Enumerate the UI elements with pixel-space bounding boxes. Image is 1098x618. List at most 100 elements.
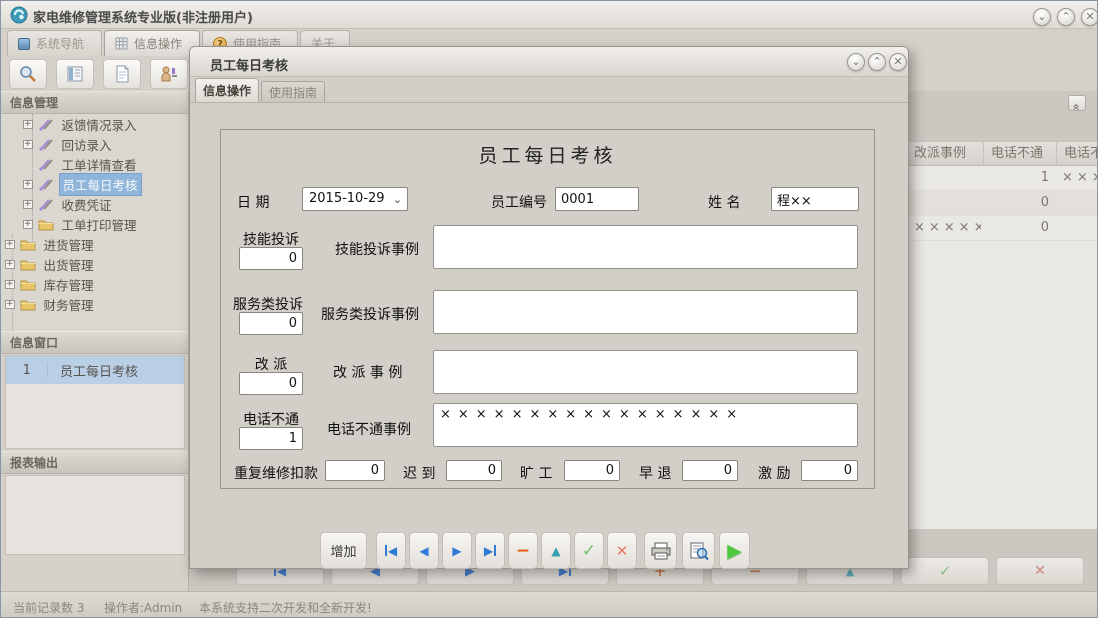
skill-case-field[interactable] xyxy=(433,225,858,269)
next-record-button[interactable]: ▶ xyxy=(442,532,472,569)
tree-item-fee-voucher[interactable]: + 收费凭证 xyxy=(1,194,188,214)
folder-icon xyxy=(20,257,37,272)
reassign-field[interactable] xyxy=(239,372,303,395)
tab-system-nav[interactable]: 系统导航 xyxy=(7,30,102,56)
tab-label: 信息操作 xyxy=(134,35,182,52)
tree-item-finance-mgmt[interactable]: + 财务管理 xyxy=(1,294,188,314)
tree-expander-icon[interactable]: + xyxy=(23,220,33,229)
prev-record-button[interactable]: ◀ xyxy=(409,532,439,569)
date-label: 日 期 xyxy=(237,192,269,212)
date-select[interactable]: 2015-10-29 ⌄ xyxy=(302,187,408,211)
minimize-icon[interactable]: ⌄ xyxy=(1033,8,1051,26)
column-header-phone-unreachable[interactable]: 电话不通 xyxy=(983,142,1056,166)
delete-record-button[interactable]: − xyxy=(508,532,538,569)
edit-record-button[interactable]: ▲ xyxy=(541,532,571,569)
dialog-tab-info-operate[interactable]: 信息操作 xyxy=(195,78,259,102)
late-label: 迟 到 xyxy=(403,463,435,483)
first-record-button[interactable]: ◀ xyxy=(376,532,406,569)
close-icon[interactable]: ✕ xyxy=(1081,8,1098,26)
section-header-report-output[interactable]: 报表输出 xyxy=(1,451,188,474)
grid-cell xyxy=(1056,216,1098,241)
date-value: 2015-10-29 xyxy=(309,191,385,206)
repeat-repair-deduct-field[interactable] xyxy=(325,460,385,481)
tree-expander-icon[interactable]: + xyxy=(5,260,15,269)
add-button[interactable]: 增加 xyxy=(320,532,367,569)
app-logo-icon xyxy=(10,6,28,24)
tree-item-purchase-mgmt[interactable]: + 进货管理 xyxy=(1,234,188,254)
dialog-maximize-icon[interactable]: ⌃ xyxy=(868,53,886,71)
collapse-panel-button[interactable]: « xyxy=(1068,95,1086,111)
tree-item-daily-assess[interactable]: + 员工每日考核 xyxy=(1,174,188,194)
user-report-button[interactable] xyxy=(150,59,188,89)
dialog-tab-user-guide[interactable]: 使用指南 xyxy=(261,81,325,102)
tree-expander-icon[interactable]: + xyxy=(23,140,33,149)
phone-unreachable-field[interactable] xyxy=(239,427,303,450)
phone-case-label: 电话不通事例 xyxy=(327,419,411,439)
confirm-button[interactable]: ✓ xyxy=(574,532,604,569)
search-tool-button[interactable] xyxy=(9,59,47,89)
tree-expander-icon[interactable]: + xyxy=(23,200,33,209)
column-header-reassign-case[interactable]: 改派事例 xyxy=(906,142,983,166)
tree-item-stock-mgmt[interactable]: + 库存管理 xyxy=(1,274,188,294)
name-field[interactable] xyxy=(771,187,859,211)
window-title: 家电维修管理系统专业版(非注册用户) xyxy=(33,7,253,26)
early-leave-field[interactable] xyxy=(682,460,738,481)
tree-expander-icon[interactable]: + xyxy=(23,180,33,189)
dialog-minimize-icon[interactable]: ⌄ xyxy=(847,53,865,71)
printer-icon xyxy=(650,541,672,561)
grid-cell: 0 xyxy=(983,191,1049,216)
tree-item-label: 工单打印管理 xyxy=(59,214,140,235)
prev-record-icon: ◀ xyxy=(419,544,428,558)
tree-expander-icon[interactable]: + xyxy=(5,280,15,289)
record-count-text: 当前记录数 3 xyxy=(13,599,84,616)
absenteeism-field[interactable] xyxy=(564,460,620,481)
tools-icon xyxy=(38,117,55,132)
nav-square-icon xyxy=(18,38,30,50)
tree-item-label: 出货管理 xyxy=(41,254,97,275)
phone-case-field[interactable] xyxy=(433,403,858,447)
tree-expander-icon[interactable]: + xyxy=(5,300,15,309)
section-header-info-mgmt[interactable]: 信息管理 xyxy=(1,91,188,114)
reassign-case-field[interactable] xyxy=(433,350,858,394)
service-case-field[interactable] xyxy=(433,290,858,334)
column-header-phone-case[interactable]: 电话不通事例 xyxy=(1056,142,1098,166)
tree-item-workorder-detail[interactable]: + 工单详情查看 xyxy=(1,154,188,174)
dialog-close-icon[interactable]: ✕ xyxy=(889,53,907,71)
form-view-button[interactable] xyxy=(56,59,94,89)
cancel-button[interactable]: ✕ xyxy=(607,532,637,569)
app-window: 家电维修管理系统专业版(非注册用户) ⌄ ⌃ ✕ 系统导航 信息操作 ? 使用指… xyxy=(0,0,1098,618)
maximize-icon[interactable]: ⌃ xyxy=(1057,8,1075,26)
tree-item-label: 收费凭证 xyxy=(59,194,115,215)
operator-text: 操作者:Admin xyxy=(104,599,182,616)
dialog-titlebar[interactable]: 员工每日考核 ⌄ ⌃ ✕ xyxy=(190,47,908,77)
tree-item-print-mgmt[interactable]: + 工单打印管理 xyxy=(1,214,188,234)
print-preview-button[interactable] xyxy=(682,532,715,569)
grid-cell: 1 xyxy=(983,166,1049,191)
bg-cancel-button[interactable]: ✕ xyxy=(996,557,1084,585)
service-complaint-field[interactable] xyxy=(239,312,303,335)
last-record-icon: ▶ xyxy=(484,544,493,558)
run-button[interactable]: ▶ xyxy=(719,532,750,569)
print-button[interactable] xyxy=(644,532,677,569)
tree-expander-icon[interactable]: + xyxy=(5,240,15,249)
last-record-button[interactable]: ▶ xyxy=(475,532,505,569)
skill-complaint-field[interactable] xyxy=(239,247,303,270)
late-field[interactable] xyxy=(446,460,502,481)
bg-confirm-button[interactable]: ✓ xyxy=(901,557,989,585)
tree-expander-icon[interactable]: + xyxy=(23,120,33,129)
tree-item-callback-entry[interactable]: + 回访录入 xyxy=(1,134,188,154)
tree-item-feedback-entry[interactable]: + 返馈情况录入 xyxy=(1,114,188,134)
tab-info-operate[interactable]: 信息操作 xyxy=(104,30,200,56)
emp-no-field[interactable] xyxy=(555,187,639,211)
reassign-label: 改 派 xyxy=(239,354,303,374)
tree-item-label: 返馈情况录入 xyxy=(59,114,140,135)
document-button[interactable] xyxy=(103,59,141,89)
tree-item-ship-mgmt[interactable]: + 出货管理 xyxy=(1,254,188,274)
grid-cell xyxy=(1056,191,1098,216)
incentive-field[interactable] xyxy=(801,460,858,481)
info-window-row[interactable]: 1 员工每日考核 xyxy=(6,356,184,384)
window-titlebar[interactable]: 家电维修管理系统专业版(非注册用户) ⌄ ⌃ ✕ xyxy=(1,1,1098,29)
first-record-icon: ◀ xyxy=(388,544,397,558)
chevron-down-icon: ⌄ xyxy=(393,189,402,211)
section-header-info-window[interactable]: 信息窗口 xyxy=(1,331,188,354)
